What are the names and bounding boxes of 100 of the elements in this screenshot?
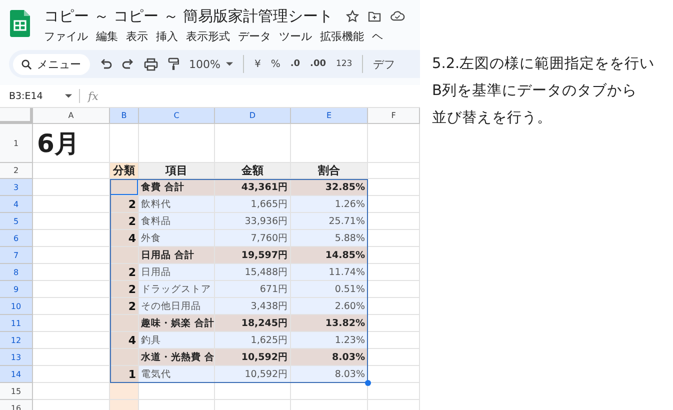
table-cell: 4 xyxy=(110,332,139,349)
column-label: 金額 xyxy=(215,163,291,179)
corner-cell[interactable] xyxy=(0,108,33,124)
table-cell: 1.23% xyxy=(291,332,368,349)
sheets-logo-icon[interactable] xyxy=(10,10,30,37)
column-label: 分類 xyxy=(110,163,139,179)
table-cell: 2.60% xyxy=(291,298,368,315)
column-header[interactable]: B xyxy=(110,108,139,124)
table-cell: 33,936円 xyxy=(215,213,291,230)
table-cell: 10,592円 xyxy=(215,366,291,383)
table-cell: ドラッグストア xyxy=(139,281,215,298)
number-format-button[interactable]: 123 xyxy=(336,59,352,69)
document-title[interactable]: コピー ～ コピー ～ 簡易版家計管理シート xyxy=(44,6,334,26)
table-cell: 日用品 合計 xyxy=(139,247,215,264)
row-header[interactable]: 9 xyxy=(0,281,33,298)
table-cell: 趣味・娯楽 合計 xyxy=(139,315,215,332)
row-header[interactable]: 2 xyxy=(0,163,33,179)
table-cell: 1,625円 xyxy=(215,332,291,349)
menu-item[interactable]: ツール xyxy=(279,29,312,44)
row-header[interactable]: 15 xyxy=(0,383,33,400)
month-title: 6月 xyxy=(33,124,110,163)
row-header[interactable]: 13 xyxy=(0,349,33,366)
table-cell: 1,665円 xyxy=(215,196,291,213)
caret-icon xyxy=(226,62,234,66)
row-header[interactable]: 5 xyxy=(0,213,33,230)
table-cell: 15,488円 xyxy=(215,264,291,281)
table-cell: 13.82% xyxy=(291,315,368,332)
star-icon[interactable] xyxy=(346,10,360,22)
table-cell: 水道・光熱費 合 xyxy=(139,349,215,366)
table-cell: 5.88% xyxy=(291,230,368,247)
table-cell: 14.85% xyxy=(291,247,368,264)
table-cell: 飲料代 xyxy=(139,196,215,213)
table-cell: 日用品 xyxy=(139,264,215,281)
table-cell: 1.26% xyxy=(291,196,368,213)
caret-icon xyxy=(64,94,72,98)
menu-item[interactable]: データ xyxy=(238,29,271,44)
menu-item[interactable]: 表示形式 xyxy=(186,29,230,44)
row-header[interactable]: 14 xyxy=(0,366,33,383)
table-cell: 電気代 xyxy=(139,366,215,383)
table-cell: 3,438円 xyxy=(215,298,291,315)
table-cell: 43,361円 xyxy=(215,179,291,196)
row-header[interactable]: 10 xyxy=(0,298,33,315)
column-label: 項目 xyxy=(139,163,215,179)
menu-item[interactable]: 表示 xyxy=(126,29,148,44)
table-cell: 25.71% xyxy=(291,213,368,230)
table-cell: 19,597円 xyxy=(215,247,291,264)
table-cell: 食費 合計 xyxy=(139,179,215,196)
row-header[interactable]: 7 xyxy=(0,247,33,264)
row-header[interactable]: 4 xyxy=(0,196,33,213)
table-cell: 2 xyxy=(110,264,139,281)
instruction-text: B列を基準にデータのタブから xyxy=(432,82,638,101)
column-header[interactable]: F xyxy=(368,108,420,124)
row-header[interactable]: 3 xyxy=(0,179,33,196)
menu-item[interactable]: 拡張機能 xyxy=(320,29,364,44)
print-icon[interactable] xyxy=(144,58,158,70)
column-label: 割合 xyxy=(291,163,368,179)
table-cell: 18,245円 xyxy=(215,315,291,332)
row-header[interactable]: 11 xyxy=(0,315,33,332)
table-cell: 4 xyxy=(110,230,139,247)
undo-icon[interactable] xyxy=(100,58,112,70)
cloud-icon[interactable] xyxy=(390,11,406,21)
search-icon xyxy=(21,58,32,70)
increase-decimal-button[interactable]: .00 xyxy=(310,59,326,69)
fx-label: fx xyxy=(88,90,98,102)
table-cell: 2 xyxy=(110,213,139,230)
currency-format-button[interactable]: ¥ xyxy=(254,58,261,70)
instruction-text: 並び替えを行う。 xyxy=(432,109,553,128)
menu-item[interactable]: 挿入 xyxy=(156,29,178,44)
row-header[interactable]: 1 xyxy=(0,124,33,163)
table-cell: 1 xyxy=(110,366,139,383)
column-header[interactable]: D xyxy=(215,108,291,124)
menu-item[interactable]: ヘ xyxy=(372,29,383,44)
table-cell: 32.85% xyxy=(291,179,368,196)
column-header[interactable]: A xyxy=(33,108,110,124)
row-header[interactable]: 6 xyxy=(0,230,33,247)
row-header[interactable]: 12 xyxy=(0,332,33,349)
row-header[interactable]: 8 xyxy=(0,264,33,281)
table-cell: 8.03% xyxy=(291,349,368,366)
column-header[interactable]: C xyxy=(139,108,215,124)
font-dropdown[interactable]: デフ xyxy=(373,56,396,72)
decrease-decimal-button[interactable]: .0 xyxy=(290,59,300,69)
table-cell: 2 xyxy=(110,298,139,315)
table-cell: 8.03% xyxy=(291,366,368,383)
folder-icon[interactable] xyxy=(368,10,382,22)
table-cell: 671円 xyxy=(215,281,291,298)
column-header[interactable]: E xyxy=(291,108,368,124)
table-cell: 外食 xyxy=(139,230,215,247)
menu-item[interactable]: ファイル xyxy=(44,29,88,44)
table-cell: 2 xyxy=(110,281,139,298)
table-cell: 7,760円 xyxy=(215,230,291,247)
table-cell: 11.74% xyxy=(291,264,368,281)
table-cell: 10,592円 xyxy=(215,349,291,366)
zoom-dropdown[interactable]: 100% xyxy=(189,58,234,70)
percent-format-button[interactable]: % xyxy=(270,58,280,70)
name-box[interactable]: B3:E14 xyxy=(9,90,73,102)
menu-item[interactable]: 編集 xyxy=(96,29,118,44)
menu-search-field[interactable]: メニュー xyxy=(13,54,90,74)
table-cell: 2 xyxy=(110,196,139,213)
redo-icon[interactable] xyxy=(122,58,134,70)
paint-roller-icon[interactable] xyxy=(168,57,179,71)
